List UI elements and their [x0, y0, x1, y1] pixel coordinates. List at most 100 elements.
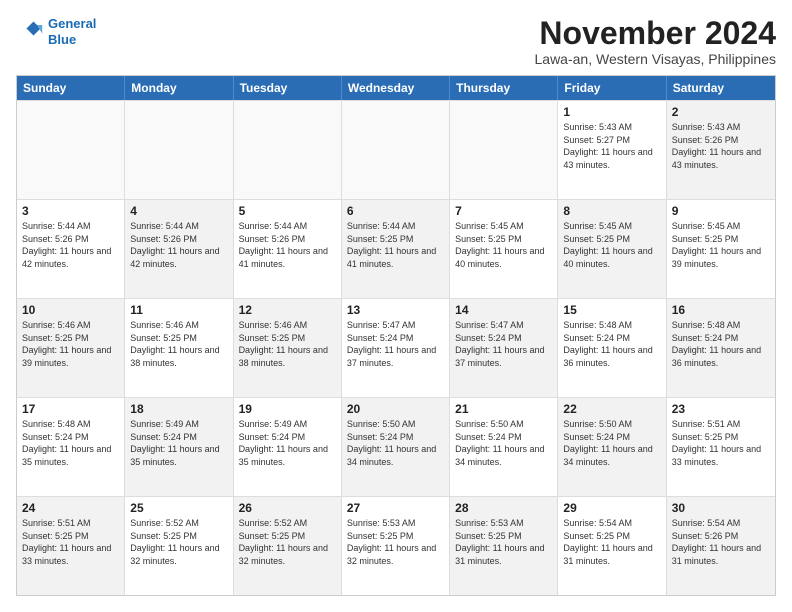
- day-number: 16: [672, 303, 770, 317]
- calendar-header: SundayMondayTuesdayWednesdayThursdayFrid…: [17, 76, 775, 100]
- day-number: 2: [672, 105, 770, 119]
- calendar-cell: [450, 101, 558, 199]
- day-info: Sunrise: 5:44 AM Sunset: 5:26 PM Dayligh…: [239, 220, 336, 270]
- day-number: 3: [22, 204, 119, 218]
- calendar-cell: 8 Sunrise: 5:45 AM Sunset: 5:25 PM Daylig…: [558, 200, 666, 298]
- logo: General Blue: [16, 16, 96, 47]
- day-number: 19: [239, 402, 336, 416]
- day-number: 11: [130, 303, 227, 317]
- calendar-cell: 25Sunrise: 5:52 AM Sunset: 5:25 PM Dayli…: [125, 497, 233, 595]
- day-info: Sunrise: 5:50 AM Sunset: 5:24 PM Dayligh…: [455, 418, 552, 468]
- calendar-cell: 5 Sunrise: 5:44 AM Sunset: 5:26 PM Daylig…: [234, 200, 342, 298]
- day-number: 8: [563, 204, 660, 218]
- day-info: Sunrise: 5:52 AM Sunset: 5:25 PM Dayligh…: [239, 517, 336, 567]
- calendar-cell: [342, 101, 450, 199]
- day-info: Sunrise: 5:45 AM Sunset: 5:25 PM Dayligh…: [455, 220, 552, 270]
- day-info: Sunrise: 5:54 AM Sunset: 5:25 PM Dayligh…: [563, 517, 660, 567]
- day-number: 29: [563, 501, 660, 515]
- day-info: Sunrise: 5:46 AM Sunset: 5:25 PM Dayligh…: [22, 319, 119, 369]
- weekday-header: Wednesday: [342, 76, 450, 100]
- day-info: Sunrise: 5:43 AM Sunset: 5:27 PM Dayligh…: [563, 121, 660, 171]
- day-info: Sunrise: 5:45 AM Sunset: 5:25 PM Dayligh…: [563, 220, 660, 270]
- day-info: Sunrise: 5:53 AM Sunset: 5:25 PM Dayligh…: [347, 517, 444, 567]
- weekday-header: Sunday: [17, 76, 125, 100]
- day-info: Sunrise: 5:49 AM Sunset: 5:24 PM Dayligh…: [239, 418, 336, 468]
- calendar-cell: 12 Sunrise: 5:46 AM Sunset: 5:25 PM Dayli…: [234, 299, 342, 397]
- calendar-row: 24 Sunrise: 5:51 AM Sunset: 5:25 PM Dayli…: [17, 496, 775, 595]
- calendar-cell: 11 Sunrise: 5:46 AM Sunset: 5:25 PM Dayli…: [125, 299, 233, 397]
- day-number: 14: [455, 303, 552, 317]
- calendar-cell: 1 Sunrise: 5:43 AM Sunset: 5:27 PM Daylig…: [558, 101, 666, 199]
- calendar-row: 3 Sunrise: 5:44 AM Sunset: 5:26 PM Daylig…: [17, 199, 775, 298]
- title-block: November 2024 Lawa-an, Western Visayas, …: [535, 16, 777, 67]
- day-number: 15: [563, 303, 660, 317]
- day-info: Sunrise: 5:46 AM Sunset: 5:25 PM Dayligh…: [239, 319, 336, 369]
- weekday-header: Thursday: [450, 76, 558, 100]
- logo-line2: Blue: [48, 32, 76, 47]
- day-info: Sunrise: 5:48 AM Sunset: 5:24 PM Dayligh…: [672, 319, 770, 369]
- calendar-cell: 15 Sunrise: 5:48 AM Sunset: 5:24 PM Dayli…: [558, 299, 666, 397]
- day-number: 24: [22, 501, 119, 515]
- calendar: SundayMondayTuesdayWednesdayThursdayFrid…: [16, 75, 776, 596]
- day-info: Sunrise: 5:50 AM Sunset: 5:24 PM Dayligh…: [563, 418, 660, 468]
- logo-line1: General: [48, 16, 96, 31]
- calendar-cell: 20Sunrise: 5:50 AM Sunset: 5:24 PM Dayli…: [342, 398, 450, 496]
- day-number: 27: [347, 501, 444, 515]
- logo-icon: [16, 18, 44, 46]
- day-number: 18: [130, 402, 227, 416]
- calendar-row: 1 Sunrise: 5:43 AM Sunset: 5:27 PM Daylig…: [17, 100, 775, 199]
- calendar-cell: 17Sunrise: 5:48 AM Sunset: 5:24 PM Dayli…: [17, 398, 125, 496]
- day-info: Sunrise: 5:46 AM Sunset: 5:25 PM Dayligh…: [130, 319, 227, 369]
- calendar-row: 17Sunrise: 5:48 AM Sunset: 5:24 PM Dayli…: [17, 397, 775, 496]
- subtitle: Lawa-an, Western Visayas, Philippines: [535, 51, 777, 67]
- calendar-cell: 29 Sunrise: 5:54 AM Sunset: 5:25 PM Dayli…: [558, 497, 666, 595]
- calendar-cell: 22 Sunrise: 5:50 AM Sunset: 5:24 PM Dayli…: [558, 398, 666, 496]
- calendar-cell: 10 Sunrise: 5:46 AM Sunset: 5:25 PM Dayli…: [17, 299, 125, 397]
- calendar-cell: 14 Sunrise: 5:47 AM Sunset: 5:24 PM Dayli…: [450, 299, 558, 397]
- day-number: 5: [239, 204, 336, 218]
- calendar-cell: 18 Sunrise: 5:49 AM Sunset: 5:24 PM Dayli…: [125, 398, 233, 496]
- calendar-cell: 2 Sunrise: 5:43 AM Sunset: 5:26 PM Daylig…: [667, 101, 775, 199]
- calendar-cell: 26Sunrise: 5:52 AM Sunset: 5:25 PM Dayli…: [234, 497, 342, 595]
- day-info: Sunrise: 5:53 AM Sunset: 5:25 PM Dayligh…: [455, 517, 552, 567]
- day-info: Sunrise: 5:52 AM Sunset: 5:25 PM Dayligh…: [130, 517, 227, 567]
- calendar-cell: 27 Sunrise: 5:53 AM Sunset: 5:25 PM Dayli…: [342, 497, 450, 595]
- calendar-cell: 6Sunrise: 5:44 AM Sunset: 5:25 PM Daylig…: [342, 200, 450, 298]
- day-number: 22: [563, 402, 660, 416]
- main-title: November 2024: [535, 16, 777, 51]
- day-number: 12: [239, 303, 336, 317]
- day-number: 10: [22, 303, 119, 317]
- day-number: 9: [672, 204, 770, 218]
- day-info: Sunrise: 5:43 AM Sunset: 5:26 PM Dayligh…: [672, 121, 770, 171]
- day-info: Sunrise: 5:54 AM Sunset: 5:26 PM Dayligh…: [672, 517, 770, 567]
- header: General Blue November 2024 Lawa-an, West…: [16, 16, 776, 67]
- day-info: Sunrise: 5:48 AM Sunset: 5:24 PM Dayligh…: [22, 418, 119, 468]
- day-number: 30: [672, 501, 770, 515]
- calendar-cell: 7 Sunrise: 5:45 AM Sunset: 5:25 PM Daylig…: [450, 200, 558, 298]
- day-info: Sunrise: 5:51 AM Sunset: 5:25 PM Dayligh…: [672, 418, 770, 468]
- calendar-cell: [125, 101, 233, 199]
- day-number: 28: [455, 501, 552, 515]
- calendar-cell: [234, 101, 342, 199]
- day-info: Sunrise: 5:47 AM Sunset: 5:24 PM Dayligh…: [455, 319, 552, 369]
- calendar-cell: 13Sunrise: 5:47 AM Sunset: 5:24 PM Dayli…: [342, 299, 450, 397]
- calendar-row: 10 Sunrise: 5:46 AM Sunset: 5:25 PM Dayli…: [17, 298, 775, 397]
- day-number: 1: [563, 105, 660, 119]
- calendar-body: 1 Sunrise: 5:43 AM Sunset: 5:27 PM Daylig…: [17, 100, 775, 595]
- page: General Blue November 2024 Lawa-an, West…: [0, 0, 792, 612]
- day-info: Sunrise: 5:44 AM Sunset: 5:26 PM Dayligh…: [130, 220, 227, 270]
- calendar-cell: 3Sunrise: 5:44 AM Sunset: 5:26 PM Daylig…: [17, 200, 125, 298]
- calendar-cell: 23Sunrise: 5:51 AM Sunset: 5:25 PM Dayli…: [667, 398, 775, 496]
- day-info: Sunrise: 5:45 AM Sunset: 5:25 PM Dayligh…: [672, 220, 770, 270]
- calendar-cell: 28 Sunrise: 5:53 AM Sunset: 5:25 PM Dayli…: [450, 497, 558, 595]
- day-info: Sunrise: 5:51 AM Sunset: 5:25 PM Dayligh…: [22, 517, 119, 567]
- day-info: Sunrise: 5:44 AM Sunset: 5:25 PM Dayligh…: [347, 220, 444, 270]
- day-info: Sunrise: 5:48 AM Sunset: 5:24 PM Dayligh…: [563, 319, 660, 369]
- day-number: 7: [455, 204, 552, 218]
- logo-text: General Blue: [48, 16, 96, 47]
- calendar-cell: 4Sunrise: 5:44 AM Sunset: 5:26 PM Daylig…: [125, 200, 233, 298]
- day-number: 13: [347, 303, 444, 317]
- day-info: Sunrise: 5:49 AM Sunset: 5:24 PM Dayligh…: [130, 418, 227, 468]
- weekday-header: Friday: [558, 76, 666, 100]
- calendar-cell: 16 Sunrise: 5:48 AM Sunset: 5:24 PM Dayli…: [667, 299, 775, 397]
